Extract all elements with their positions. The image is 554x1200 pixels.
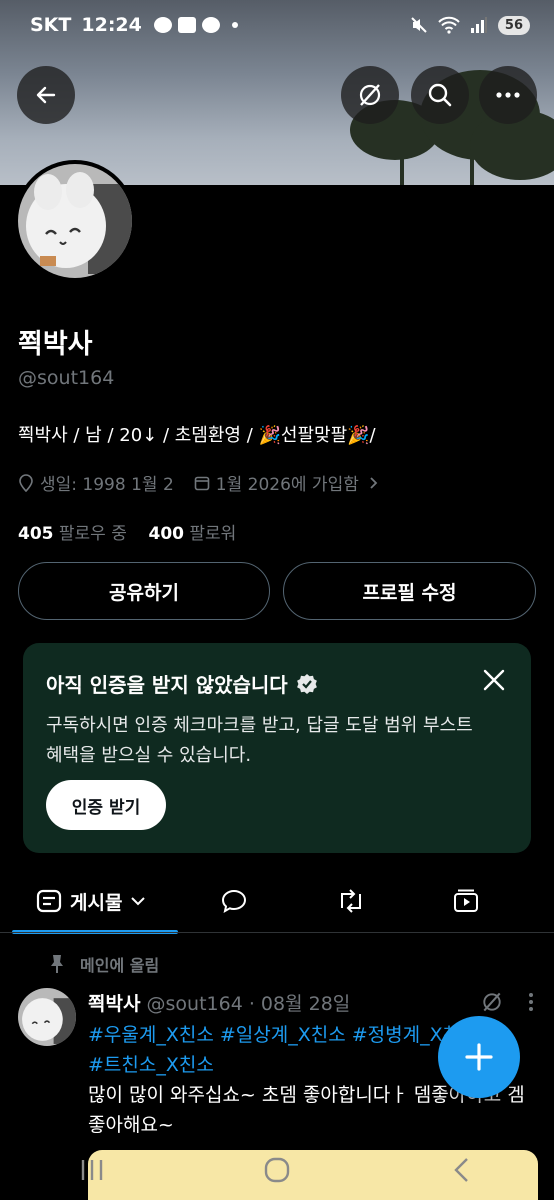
display-name: 쬑박사 (18, 329, 93, 360)
close-icon[interactable] (481, 667, 507, 693)
profile-tabs: 게시물 (0, 876, 554, 934)
mute-icon (411, 17, 427, 33)
following-label: 팔로우 중 (58, 524, 127, 544)
search-icon (428, 83, 452, 107)
repost-tab-icon (341, 889, 361, 913)
share-button[interactable]: 공유하기 (18, 562, 270, 620)
post-author[interactable]: 쬑박사 (88, 993, 140, 1015)
media-tab-icon (454, 889, 478, 912)
chevron-right-icon[interactable] (369, 476, 379, 490)
post-date: 08월 28일 (260, 993, 351, 1015)
chevron-down-icon (131, 897, 146, 906)
post-avatar[interactable] (18, 988, 76, 1046)
tab-posts[interactable]: 게시물 (36, 876, 146, 926)
calendar-icon (194, 476, 210, 490)
verification-body: 구독하시면 인증 체크마크를 받고, 답글 도달 범위 부스트 혜택을 받으실 … (46, 715, 473, 766)
post-actions (480, 990, 534, 1014)
pinwheel-notification-icon (201, 17, 220, 33)
birthday-text: 생일: 1998 1월 2 (40, 475, 174, 495)
post-more-icon[interactable] (528, 992, 534, 1012)
verification-card: 아직 인증을 받지 않았습니다 구독하시면 인증 체크마크를 받고, 답글 도달… (23, 643, 531, 853)
compose-plus-icon (465, 1043, 493, 1071)
replies-tab-icon (221, 889, 247, 913)
tab-replies[interactable] (220, 876, 248, 926)
grok-icon[interactable] (480, 990, 504, 1014)
tabs-divider (0, 932, 554, 933)
location-icon (19, 473, 33, 492)
posts-tab-icon (36, 889, 62, 913)
post-handle: @sout164 (146, 993, 243, 1015)
status-time: 12:24 (81, 14, 142, 36)
followers-count: 400 (148, 524, 185, 544)
more-icon (496, 92, 520, 98)
grok-button[interactable] (341, 66, 399, 124)
post-header: 쬑박사 @sout164 · 08월 28일 (88, 989, 350, 1016)
compose-button[interactable] (438, 1016, 520, 1098)
avatar-image (18, 164, 132, 278)
following-count: 405 (18, 524, 54, 544)
verified-badge-icon (296, 673, 317, 694)
home-icon[interactable] (262, 1157, 292, 1183)
tab-reposts[interactable] (336, 876, 366, 926)
profile-avatar[interactable] (14, 160, 136, 282)
pin-icon (51, 955, 63, 973)
edit-profile-button[interactable]: 프로필 수정 (283, 562, 536, 620)
get-verified-button[interactable]: 인증 받기 (46, 780, 166, 830)
carrier-label: SKT (30, 14, 72, 36)
followers-label: 팔로워 (189, 524, 237, 544)
status-bar: SKT 12:24 56 (0, 0, 554, 50)
app-notification-icon (177, 17, 196, 33)
more-notifications-dot-icon (231, 22, 238, 28)
nav-back-icon[interactable] (447, 1157, 477, 1183)
back-button[interactable] (17, 66, 75, 124)
tab-posts-label: 게시물 (70, 891, 123, 914)
search-button[interactable] (411, 66, 469, 124)
system-nav-bar (0, 1140, 554, 1200)
profile-meta: 생일: 1998 1월 2 1월 2026에 가입함 (18, 470, 379, 495)
signal-icon (470, 17, 487, 33)
followers-link[interactable]: 400 팔로워 (149, 524, 237, 544)
recent-apps-icon[interactable] (77, 1157, 107, 1183)
user-handle: @sout164 (18, 367, 115, 389)
battery-indicator: 56 (497, 15, 530, 35)
follow-stats: 405 팔로우 중 400 팔로워 (18, 519, 236, 544)
grok-icon (359, 84, 381, 106)
joined-text: 1월 2026에 가입함 (215, 475, 359, 495)
verification-title: 아직 인증을 받지 않았습니다 (46, 669, 318, 698)
more-button[interactable] (479, 66, 537, 124)
pinned-text: 메인에 올림 (80, 956, 160, 975)
post-separator: · (248, 993, 255, 1015)
wifi-icon (438, 16, 460, 34)
back-arrow-icon (36, 86, 56, 104)
talk-notification-icon (153, 17, 172, 33)
verification-title-text: 아직 인증을 받지 않았습니다 (46, 673, 288, 697)
following-link[interactable]: 405 팔로우 중 (18, 524, 127, 544)
profile-bio: 쬑박사 / 남 / 20↓ / 초뎀환영 / 🎉선팔맞팔🎉/ (18, 425, 376, 446)
pinned-label: 메인에 올림 (48, 952, 159, 976)
tab-media[interactable] (452, 876, 480, 926)
